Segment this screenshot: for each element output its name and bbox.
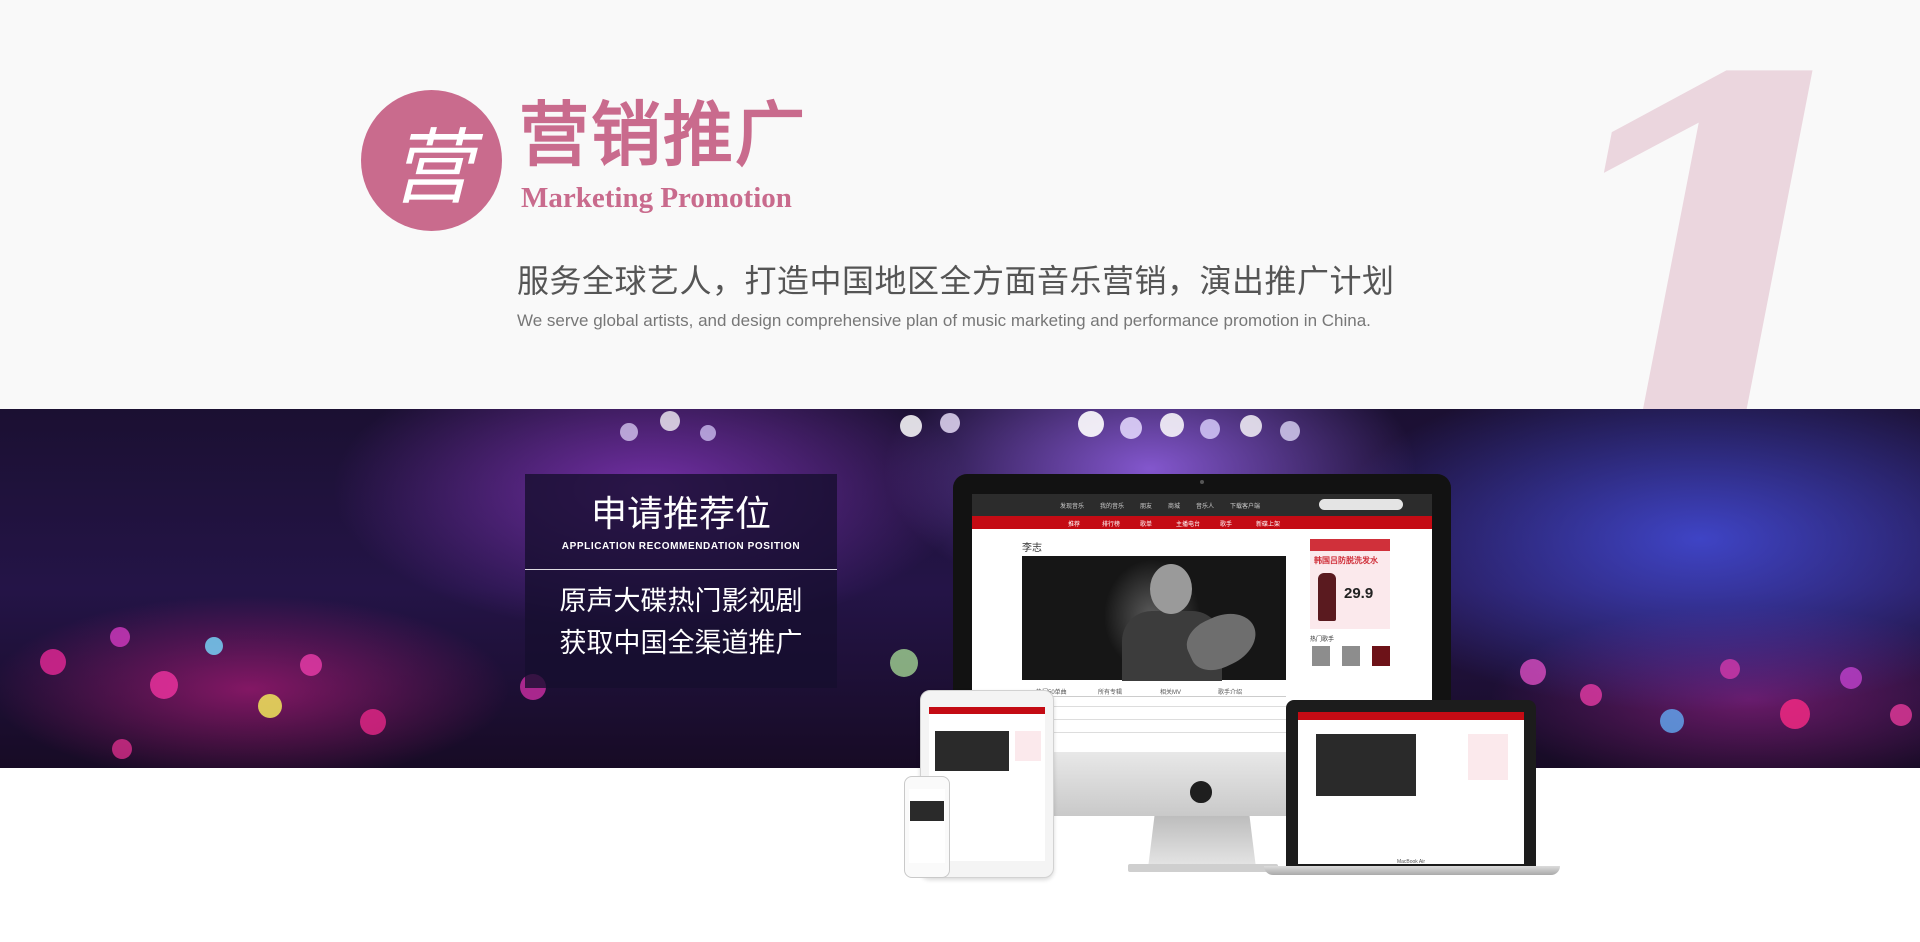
- promo-divider: [525, 569, 837, 570]
- site-sub-nav-item: 主播电台: [1176, 522, 1201, 528]
- bokeh-light: [890, 649, 918, 677]
- bokeh-light: [1660, 709, 1684, 733]
- imac-stand: [1148, 816, 1256, 868]
- title-en: Marketing Promotion: [521, 182, 792, 214]
- bokeh-light: [1780, 699, 1810, 729]
- apple-logo-icon: [1190, 781, 1212, 803]
- logo-circle: 营: [361, 90, 502, 231]
- bokeh-light: [300, 654, 322, 676]
- bokeh-light: [1890, 704, 1912, 726]
- bokeh-light: [1240, 415, 1262, 437]
- site-ad-text: 韩国吕防脱洗发水: [1314, 556, 1378, 565]
- site-nav-item: 发现音乐: [1060, 504, 1085, 510]
- macbook-base: [1264, 866, 1560, 875]
- site-sub-nav-item: 推荐: [1068, 522, 1081, 528]
- site-sub-nav: 推荐 排行榜 歌单 主播电台 歌手 新碟上架: [972, 516, 1432, 529]
- iphone-screen: [909, 789, 945, 863]
- bokeh-light: [110, 627, 130, 647]
- bokeh-light: [620, 423, 638, 441]
- site-nav-item: 下载客户端: [1230, 504, 1261, 510]
- bokeh-light: [1520, 659, 1546, 685]
- ipad-photo: [935, 731, 1009, 771]
- site-artist-name: 李志: [1022, 543, 1042, 554]
- bokeh-light: [1160, 413, 1184, 437]
- bokeh-light: [1078, 411, 1104, 437]
- bokeh-light: [1720, 659, 1740, 679]
- site-nav-item: 朋友: [1140, 504, 1153, 510]
- promo-line-2: 获取中国全渠道推广: [559, 628, 803, 658]
- bokeh-light: [112, 739, 132, 759]
- site-sub-nav-item: 排行榜: [1102, 522, 1121, 528]
- site-nav-item: 我的音乐: [1100, 504, 1125, 510]
- bokeh-light: [1200, 419, 1220, 439]
- artist-head-shape: [1150, 564, 1192, 614]
- site-sub-nav-item: 歌单: [1140, 522, 1153, 528]
- iphone: [904, 776, 950, 878]
- bokeh-light: [900, 415, 922, 437]
- site-singer-thumb: [1372, 646, 1390, 666]
- bokeh-light: [1580, 684, 1602, 706]
- subtitle-en: We serve global artists, and design comp…: [517, 311, 1371, 330]
- site-tab: 所有专辑: [1098, 690, 1123, 696]
- promo-title-en: APPLICATION RECOMMENDATION POSITION: [561, 541, 801, 552]
- ipad-redbar: [929, 707, 1045, 714]
- imac-camera: [1200, 480, 1204, 484]
- promo-title-cn: 申请推荐位: [590, 493, 771, 534]
- site-nav-item: 音乐人: [1196, 504, 1215, 510]
- bokeh-light: [40, 649, 66, 675]
- bokeh-light: [700, 425, 716, 441]
- macbook-label: MacBook Air: [1396, 859, 1426, 865]
- site-sub-nav-item: 新碟上架: [1256, 522, 1281, 528]
- bokeh-light: [150, 671, 178, 699]
- site-ad-bottle: [1318, 573, 1336, 621]
- subtitle-cn: 服务全球艺人，打造中国地区全方面音乐营销，演出推广计划: [517, 263, 1395, 299]
- site-ad-banner: [1310, 539, 1390, 551]
- iphone-photo: [910, 801, 944, 821]
- macbook-redbar: [1298, 712, 1524, 720]
- bokeh-light: [940, 413, 960, 433]
- macbook-photo: [1316, 734, 1416, 796]
- title-cn: 营销推广: [519, 96, 807, 174]
- site-ad: 韩国吕防脱洗发水 29.9: [1310, 539, 1390, 629]
- macbook-ad: [1468, 734, 1508, 780]
- site-singer-thumb: [1312, 646, 1330, 666]
- site-singer-thumb: [1342, 646, 1360, 666]
- site-tabs: 热门50单曲 所有专辑 相关MV 歌手介绍: [1022, 684, 1286, 697]
- bokeh-light: [1120, 417, 1142, 439]
- bokeh-light: [660, 411, 680, 431]
- macbook-screen: [1298, 712, 1524, 864]
- section-header: 1 营 营销推广 Marketing Promotion 服务全球艺人，打造中国…: [0, 0, 1920, 409]
- ipad-ad: [1015, 731, 1041, 761]
- promo-line-1: 原声大碟热门影视剧: [559, 586, 803, 616]
- bokeh-light: [360, 709, 386, 735]
- site-tab: 歌手介绍: [1218, 690, 1243, 696]
- site-artist-photo: [1022, 556, 1286, 681]
- bokeh-light: [1280, 421, 1300, 441]
- site-hot-singers-title: 热门歌手: [1310, 637, 1335, 643]
- bokeh-light: [258, 694, 282, 718]
- site-ad-price: 29.9: [1344, 585, 1374, 602]
- section-number: 1: [1515, 0, 1905, 409]
- bokeh-light: [205, 637, 223, 655]
- bokeh-light: [1840, 667, 1862, 689]
- site-nav-bar: 发现音乐 我的音乐 朋友 商城 音乐人 下载客户端: [972, 494, 1432, 516]
- site-tab: 相关MV: [1160, 690, 1182, 696]
- site-search-box: [1319, 499, 1403, 510]
- promo-box: 申请推荐位 APPLICATION RECOMMENDATION POSITIO…: [525, 474, 837, 688]
- site-sub-nav-item: 歌手: [1220, 522, 1233, 528]
- imac-foot: [1128, 864, 1278, 872]
- site-nav-item: 商城: [1168, 504, 1181, 510]
